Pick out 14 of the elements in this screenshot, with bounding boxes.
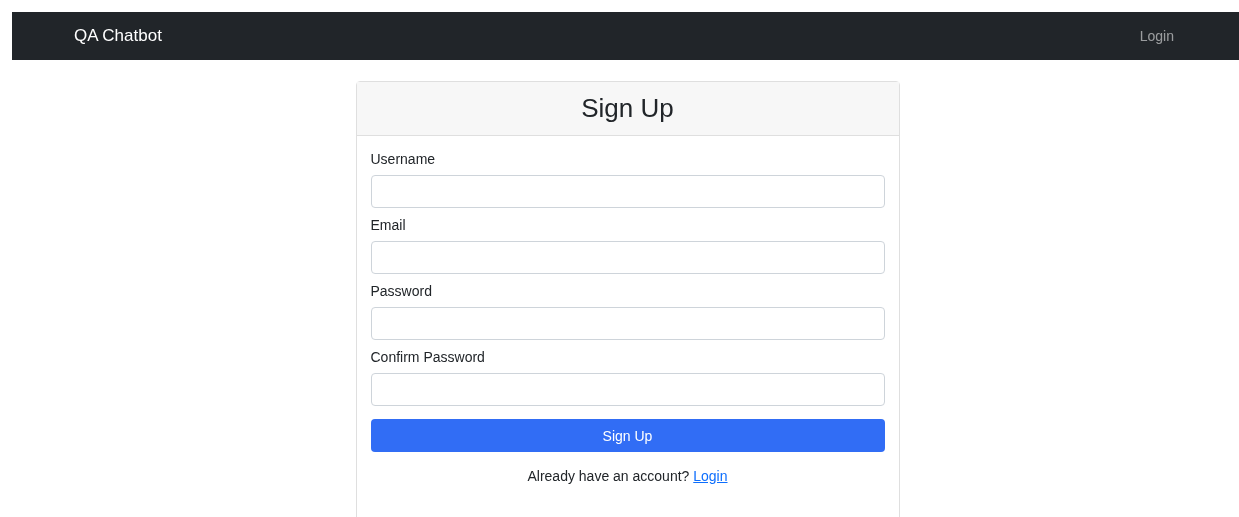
input-field[interactable] <box>370 175 885 208</box>
field-label: Username <box>370 151 437 167</box>
field-label: Confirm Password <box>370 349 486 365</box>
brand-link[interactable]: QA Chatbot <box>74 26 162 46</box>
input-field[interactable] <box>370 307 885 340</box>
input-field[interactable] <box>370 241 885 274</box>
nav-link[interactable]: Login <box>1139 28 1174 44</box>
field-label: Email <box>370 217 407 233</box>
field-label: Password <box>370 283 433 299</box>
login-link[interactable]: Login <box>693 468 728 484</box>
input-field[interactable] <box>370 373 885 406</box>
card-title: Sign Up <box>581 93 674 124</box>
signup-button[interactable]: Sign Up <box>370 419 885 452</box>
footer-text: Already have an account? Login <box>526 468 729 484</box>
